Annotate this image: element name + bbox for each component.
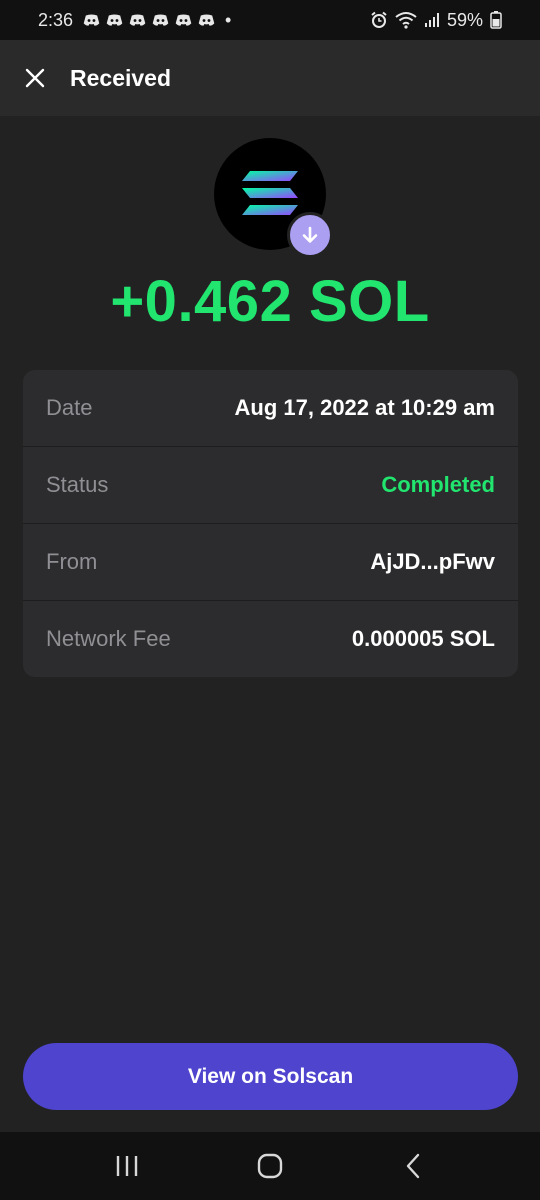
solana-icon bbox=[242, 171, 298, 215]
status-bar: 2:36 • 59% bbox=[0, 0, 540, 40]
transaction-amount: +0.462 SOL bbox=[110, 269, 430, 334]
network-fee-value: 0.000005 SOL bbox=[351, 626, 495, 651]
close-button[interactable] bbox=[0, 40, 70, 116]
battery-icon bbox=[490, 11, 502, 29]
from-address[interactable]: AjJD...pFwv bbox=[370, 549, 495, 575]
status-time: 2:36 bbox=[38, 9, 74, 30]
wifi-icon bbox=[395, 12, 417, 29]
from-label: From bbox=[46, 549, 98, 574]
detail-row-from[interactable]: From AjJD...pFwv bbox=[23, 524, 518, 601]
signal-icon bbox=[424, 13, 439, 27]
date-value: Aug 17, 2022 at 10:29 am bbox=[234, 395, 495, 420]
discord-icon bbox=[198, 13, 215, 26]
recent-apps-button[interactable] bbox=[87, 1132, 167, 1200]
app-header: Received bbox=[0, 40, 540, 116]
close-icon bbox=[25, 68, 45, 88]
notification-icons: • bbox=[83, 11, 231, 29]
network-fee-label: Network Fee bbox=[46, 626, 171, 651]
discord-icon bbox=[129, 13, 146, 26]
system-icons: 59% bbox=[370, 10, 502, 31]
discord-icon bbox=[175, 13, 192, 26]
token-icon-group bbox=[214, 138, 333, 258]
detail-row-status: Status Completed bbox=[23, 447, 518, 524]
detail-row-date: Date Aug 17, 2022 at 10:29 am bbox=[23, 370, 518, 447]
back-button[interactable] bbox=[373, 1132, 453, 1200]
back-icon bbox=[407, 1153, 420, 1179]
detail-row-network-fee: Network Fee 0.000005 SOL bbox=[23, 601, 518, 677]
transaction-details: Date Aug 17, 2022 at 10:29 am Status Com… bbox=[23, 370, 518, 677]
notification-dot: • bbox=[225, 10, 232, 30]
status-value: Completed bbox=[381, 472, 495, 497]
date-label: Date bbox=[46, 395, 93, 420]
status-label: Status bbox=[46, 472, 109, 497]
arrow-down-icon bbox=[302, 226, 318, 243]
discord-icon bbox=[83, 13, 100, 26]
alarm-icon bbox=[371, 11, 387, 28]
page-title: Received bbox=[70, 64, 172, 91]
discord-icon bbox=[152, 13, 169, 26]
view-on-solscan-button[interactable]: View on Solscan bbox=[23, 1043, 518, 1110]
discord-icon bbox=[106, 13, 123, 26]
home-button[interactable] bbox=[230, 1132, 310, 1200]
system-nav-bar bbox=[0, 1132, 540, 1200]
battery-percent: 59% bbox=[446, 9, 483, 30]
received-badge bbox=[287, 212, 333, 258]
home-icon bbox=[257, 1153, 283, 1179]
recent-apps-icon bbox=[116, 1156, 137, 1176]
